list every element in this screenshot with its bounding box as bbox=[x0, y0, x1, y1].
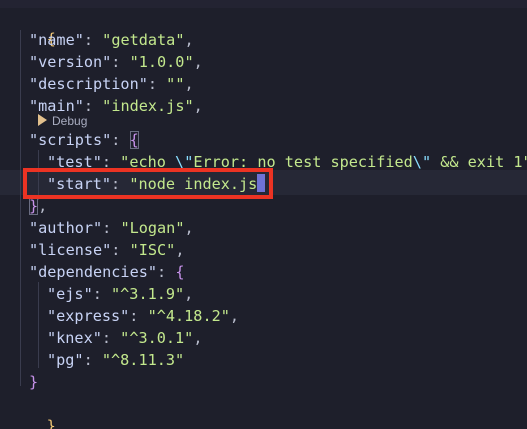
json-value: "" bbox=[166, 75, 185, 93]
indent-guide bbox=[20, 30, 21, 386]
code-line[interactable]: } bbox=[10, 393, 56, 429]
json-value: "1.0.0" bbox=[129, 53, 194, 71]
play-icon bbox=[38, 114, 47, 126]
json-value: "getdata" bbox=[102, 31, 185, 49]
code-line[interactable]: { bbox=[10, 6, 56, 48]
code-line[interactable]: "knex": "^3.0.1", bbox=[47, 327, 202, 349]
code-line[interactable]: "description": "", bbox=[29, 73, 194, 95]
escape-sequence: \" bbox=[412, 153, 432, 171]
matched-bracket-open: { bbox=[129, 131, 139, 149]
json-value: "^3.1.9" bbox=[111, 285, 185, 303]
json-key: "description" bbox=[29, 75, 148, 93]
code-line[interactable]: "pg": "^8.11.3" bbox=[47, 349, 184, 371]
json-key: "knex" bbox=[47, 329, 102, 347]
close-brace: } bbox=[46, 417, 56, 429]
json-value: "^4.18.2" bbox=[147, 307, 230, 325]
debug-label: Debug bbox=[52, 114, 88, 128]
json-value: && exit 1" bbox=[431, 153, 527, 171]
json-value: "Logan" bbox=[120, 219, 185, 237]
code-line[interactable]: "license": "ISC", bbox=[29, 239, 184, 261]
annotation-highlight-box bbox=[23, 168, 273, 199]
code-line[interactable]: "author": "Logan", bbox=[29, 217, 194, 239]
top-scroll-shadow bbox=[0, 0, 527, 8]
json-key: "author" bbox=[29, 219, 103, 237]
bracket: } bbox=[29, 373, 39, 391]
json-value: "ISC" bbox=[129, 241, 176, 259]
indent-guide bbox=[38, 282, 39, 368]
code-editor[interactable]: { "name": "getdata", "version": "1.0.0",… bbox=[0, 0, 527, 429]
json-value: "^8.11.3" bbox=[101, 351, 185, 369]
json-value: "index.js" bbox=[102, 97, 194, 115]
json-value: "^3.0.1" bbox=[120, 329, 194, 347]
json-key: "pg" bbox=[47, 351, 84, 369]
code-line[interactable]: "express": "^4.18.2", bbox=[47, 305, 239, 327]
json-key: "express" bbox=[47, 307, 130, 325]
codelens-debug-button[interactable]: Debug bbox=[38, 112, 87, 130]
code-line[interactable]: "scripts": { bbox=[29, 129, 139, 151]
json-key: "name" bbox=[29, 31, 84, 49]
json-key: "license" bbox=[29, 241, 112, 259]
json-key: "scripts" bbox=[29, 131, 112, 149]
code-line[interactable]: "version": "1.0.0", bbox=[29, 51, 203, 73]
matched-bracket-close: } bbox=[29, 197, 39, 215]
json-key: "version" bbox=[29, 53, 112, 71]
code-line[interactable]: "ejs": "^3.1.9", bbox=[47, 283, 193, 305]
code-line[interactable]: } bbox=[29, 371, 38, 393]
code-line[interactable]: "dependencies": { bbox=[29, 261, 184, 283]
code-line[interactable]: "name": "getdata", bbox=[29, 29, 194, 51]
json-key: "ejs" bbox=[47, 285, 93, 303]
json-key: "dependencies" bbox=[29, 263, 158, 281]
bracket: { bbox=[175, 263, 185, 281]
